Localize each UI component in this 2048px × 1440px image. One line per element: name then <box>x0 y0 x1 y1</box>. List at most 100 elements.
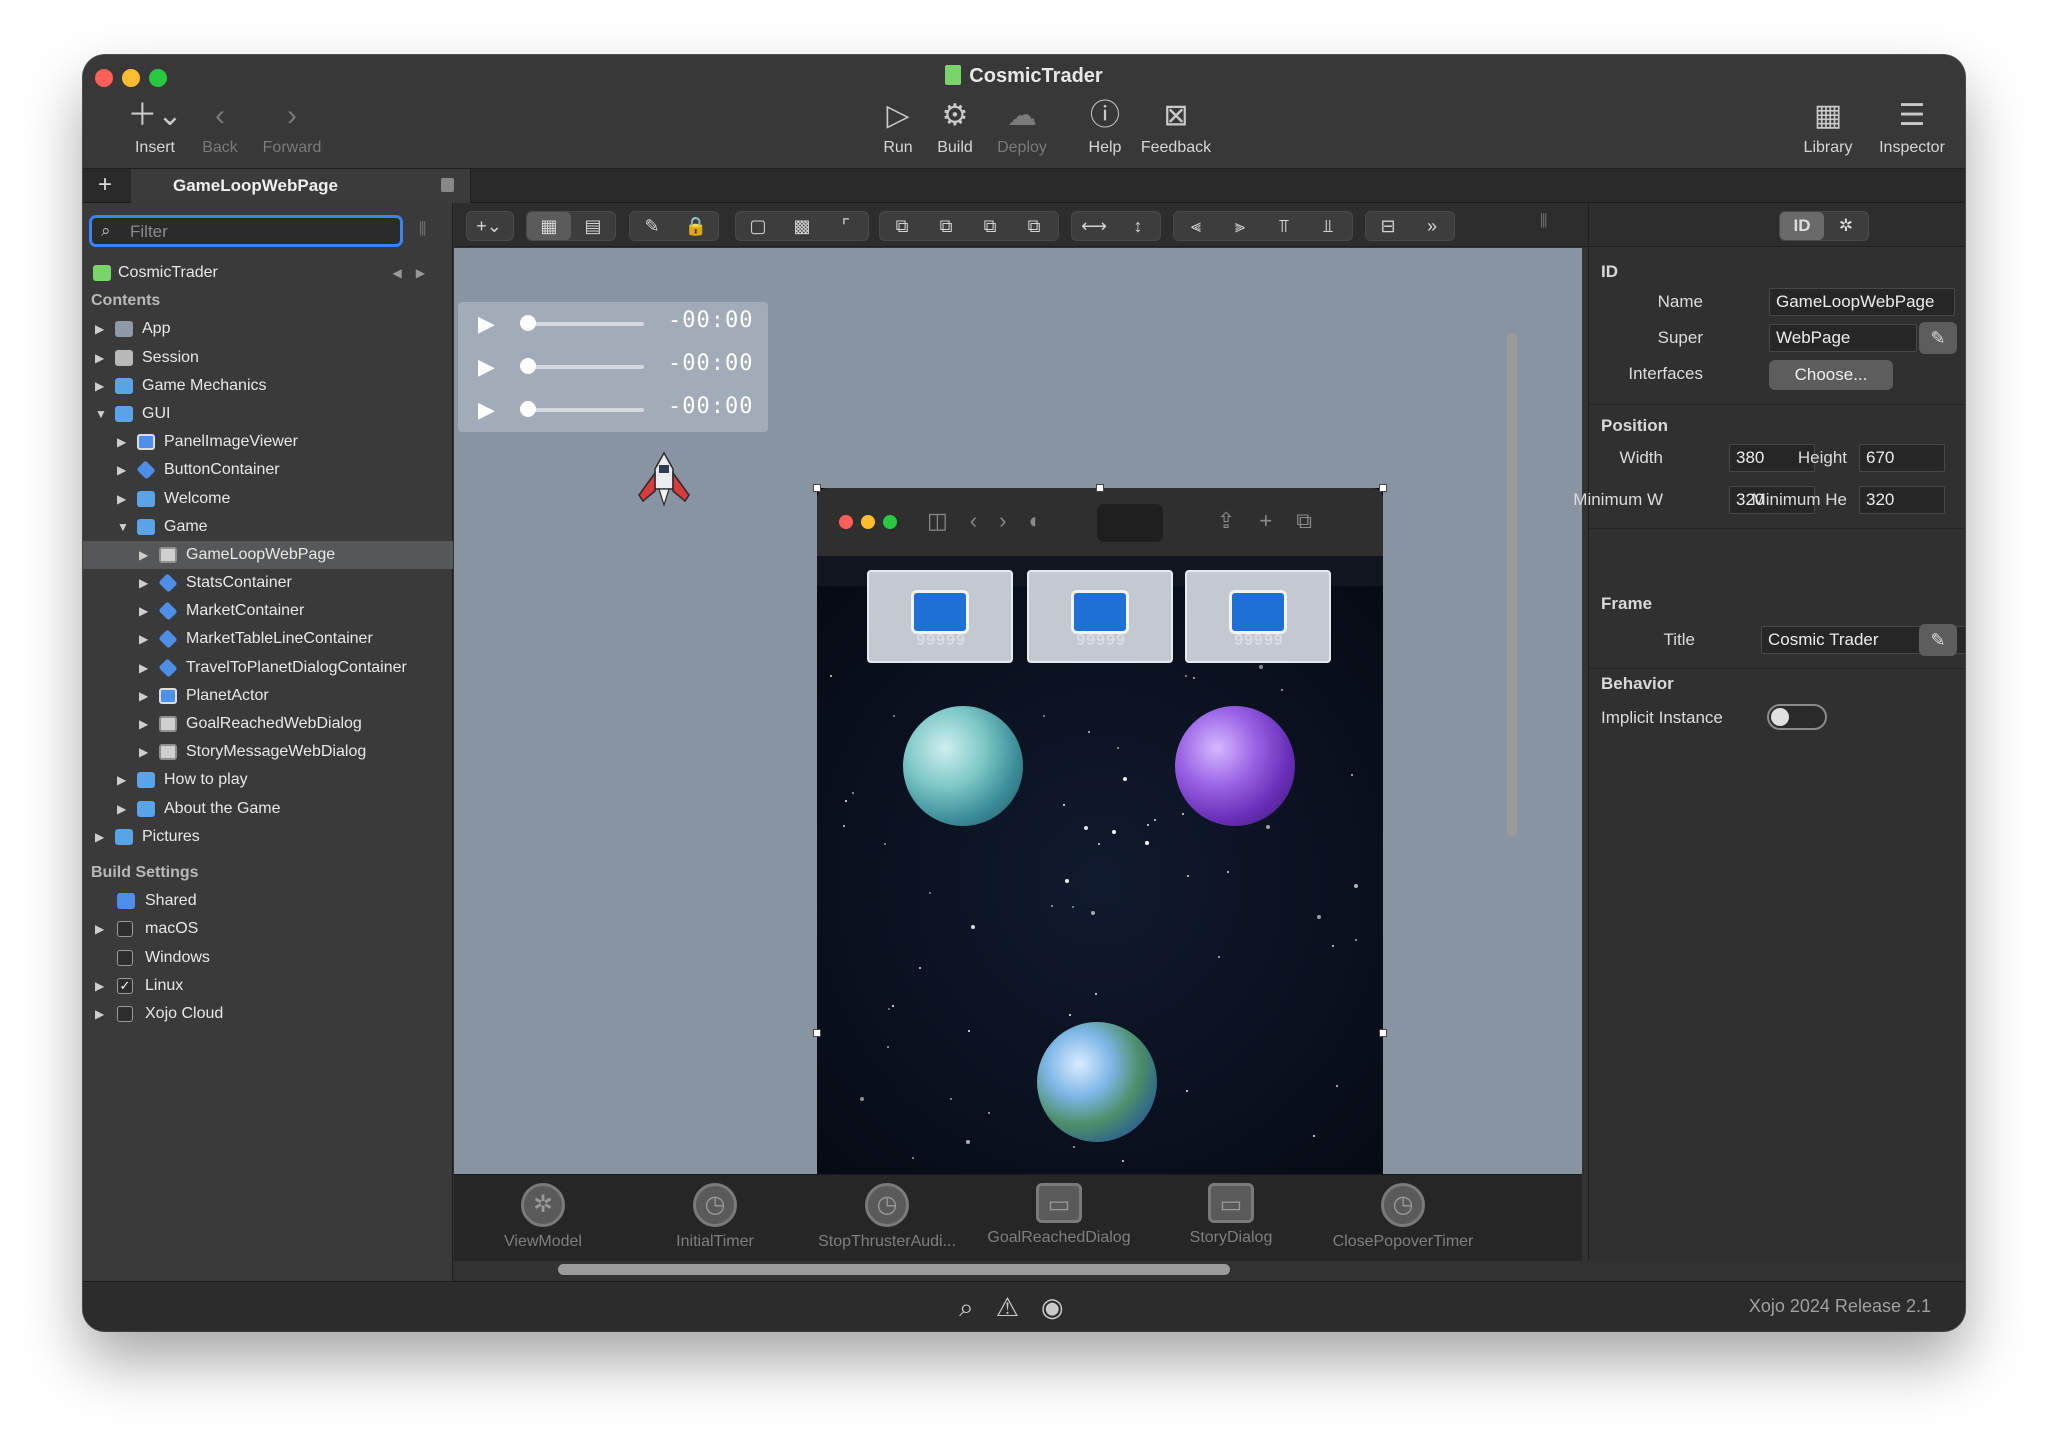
title-edit-button[interactable]: ✎ <box>1919 624 1957 656</box>
height-field[interactable]: 670 <box>1859 444 1945 472</box>
super-edit-button[interactable]: ✎ <box>1919 322 1957 354</box>
bounds-icon[interactable]: ▢ <box>736 212 780 240</box>
disclosure-collapsed-icon[interactable]: ▶ <box>117 766 129 794</box>
filter-field[interactable]: ⌕ <box>89 215 403 247</box>
disclosure-collapsed-icon[interactable]: ▶ <box>95 344 107 372</box>
planet-teal[interactable] <box>903 706 1023 826</box>
tray-item[interactable]: ◷ InitialTimer <box>630 1183 800 1251</box>
align-group[interactable]: ⫷ ⫸ ⫪ ⫫ <box>1173 211 1353 241</box>
build-checkbox[interactable] <box>117 921 133 938</box>
resize-handle[interactable] <box>1379 1029 1387 1037</box>
tray-item[interactable]: ◷ ClosePopoverTimer <box>1318 1183 1488 1251</box>
disclosure-collapsed-icon[interactable]: ▶ <box>117 485 129 513</box>
build-checkbox[interactable] <box>117 1005 133 1022</box>
edit-lock-group[interactable]: ✎ 🔒 <box>629 211 719 241</box>
inspector-button[interactable]: ☰ Inspector <box>1867 95 1957 157</box>
tree-item[interactable]: ▶ PanelImageViewer <box>83 428 453 456</box>
tree-item[interactable]: ▼ GUI <box>83 400 453 428</box>
search-icon[interactable]: ⌕ <box>959 1292 996 1322</box>
audio-progress-track[interactable] <box>524 365 644 369</box>
add-control-button[interactable]: +⌄ <box>466 211 514 241</box>
canvas-vertical-scrollbar[interactable] <box>1507 333 1517 837</box>
audio-progress-knob[interactable] <box>520 401 536 417</box>
audio-player[interactable]: ▶ -00:00 <box>478 308 758 338</box>
tree-item[interactable]: ▼ Game <box>83 513 453 541</box>
rss-icon[interactable]: ◉ <box>1041 1292 1086 1322</box>
tree-item[interactable]: ▶ ButtonContainer <box>83 456 453 484</box>
distribute-icon[interactable]: ⊟ <box>1366 212 1410 240</box>
layout-canvas[interactable]: ▶ -00:00 ▶ -00:00 ▶ -00:00 ◫‹›◐ ⇪+⧉ 99999 <box>454 248 1582 1176</box>
build-target-row[interactable]: Shared <box>83 887 453 915</box>
align-bottom-icon[interactable]: ⫫ <box>1306 212 1350 240</box>
send-back-icon[interactable]: ⧉ <box>1012 212 1056 240</box>
resize-handle[interactable] <box>813 1029 821 1037</box>
audio-player[interactable]: ▶ -00:00 <box>478 394 758 424</box>
webpage-preview[interactable]: ◫‹›◐ ⇪+⧉ 99999 99999 99999 <box>817 488 1383 1176</box>
audio-progress-knob[interactable] <box>520 315 536 331</box>
tree-item[interactable]: ▶ Welcome <box>83 485 453 513</box>
disclosure-collapsed-icon[interactable]: ▶ <box>139 710 151 738</box>
resize-handle[interactable] <box>1096 484 1104 492</box>
tray-item[interactable]: ▭ StoryDialog <box>1146 1183 1316 1247</box>
tree-item[interactable]: ▶ MarketContainer <box>83 597 453 625</box>
disclosure-collapsed-icon[interactable]: ▶ <box>95 315 107 343</box>
implicit-instance-toggle[interactable] <box>1767 704 1827 730</box>
audio-progress-track[interactable] <box>524 408 644 412</box>
splitter-grip-icon[interactable]: ⫼ <box>1540 213 1547 231</box>
disclosure-collapsed-icon[interactable]: ▶ <box>117 795 129 823</box>
stat-slot[interactable]: 99999 <box>867 570 1013 663</box>
canvas-horizontal-scrollbar[interactable] <box>558 1264 1230 1275</box>
play-icon[interactable]: ▶ <box>478 397 495 423</box>
choose-interfaces-button[interactable]: Choose... <box>1769 360 1893 390</box>
disclosure-collapsed-icon[interactable]: ▶ <box>139 625 151 653</box>
disclosure-collapsed-icon[interactable]: ▶ <box>139 738 151 766</box>
build-checkbox[interactable] <box>117 949 133 966</box>
super-field[interactable]: WebPage <box>1769 324 1917 352</box>
inspector-mode-toggle[interactable]: ID ✲ <box>1779 211 1869 241</box>
planet-purple[interactable] <box>1175 706 1295 826</box>
disclosure-collapsed-icon[interactable]: ▶ <box>95 1000 107 1028</box>
spaceship-icon[interactable] <box>637 451 691 507</box>
deploy-button[interactable]: ☁ Deploy <box>977 95 1067 157</box>
size-group[interactable]: ⟷ ↕ <box>1071 211 1161 241</box>
align-left-icon[interactable]: ⫷ <box>1174 212 1218 240</box>
send-backward-icon[interactable]: ⧉ <box>968 212 1012 240</box>
feedback-button[interactable]: ⊠ Feedback <box>1131 95 1221 157</box>
disclosure-collapsed-icon[interactable]: ▶ <box>117 456 129 484</box>
gear-icon[interactable]: ✲ <box>1824 212 1868 240</box>
build-checkbox[interactable]: ✓ <box>117 977 133 994</box>
pencil-icon[interactable]: ✎ <box>630 212 674 240</box>
tree-item[interactable]: ▶ StoryMessageWebDialog <box>83 738 453 766</box>
stat-slot[interactable]: 99999 <box>1027 570 1173 663</box>
project-row[interactable]: CosmicTrader ◀▶ <box>83 259 453 287</box>
disclosure-collapsed-icon[interactable]: ▶ <box>139 569 151 597</box>
audio-player[interactable]: ▶ -00:00 <box>478 351 758 381</box>
disclosure-collapsed-icon[interactable]: ▶ <box>139 654 151 682</box>
build-target-row[interactable]: ▶ macOS <box>83 915 453 943</box>
disclosure-collapsed-icon[interactable]: ▶ <box>95 372 107 400</box>
resize-handle[interactable] <box>813 484 821 492</box>
disclosure-collapsed-icon[interactable]: ▶ <box>117 428 129 456</box>
bring-forward-icon[interactable]: ⧉ <box>924 212 968 240</box>
layout-view-icon[interactable]: ▦ <box>527 212 571 240</box>
tree-item[interactable]: ▶ MarketTableLineContainer <box>83 625 453 653</box>
disclosure-collapsed-icon[interactable]: ▶ <box>139 597 151 625</box>
play-icon[interactable]: ▶ <box>478 354 495 380</box>
disclosure-collapsed-icon[interactable]: ▶ <box>95 972 107 1000</box>
planet-earth[interactable] <box>1037 1022 1157 1142</box>
forward-button[interactable]: › Forward <box>247 95 337 157</box>
play-icon[interactable]: ▶ <box>478 311 495 337</box>
align-right-icon[interactable]: ⫸ <box>1218 212 1262 240</box>
tree-item[interactable]: ▶ PlanetActor <box>83 682 453 710</box>
tray-item[interactable]: ◷ StopThrusterAudi... <box>802 1183 972 1251</box>
tab-gameloopwebpage[interactable]: GameLoopWebPage <box>131 169 471 203</box>
code-view-icon[interactable]: ▤ <box>571 212 615 240</box>
same-height-icon[interactable]: ↕ <box>1116 212 1160 240</box>
tree-item[interactable]: ▶ Pictures <box>83 823 453 851</box>
disclosure-collapsed-icon[interactable]: ▶ <box>139 682 151 710</box>
view-options-group[interactable]: ▢ ▩ ⌜ <box>735 211 869 241</box>
arrange-group[interactable]: ⧉ ⧉ ⧉ ⧉ <box>879 211 1059 241</box>
tree-item[interactable]: ▶ StatsContainer <box>83 569 453 597</box>
lock-icon[interactable] <box>441 178 454 192</box>
tree-item[interactable]: ▶ About the Game <box>83 795 453 823</box>
